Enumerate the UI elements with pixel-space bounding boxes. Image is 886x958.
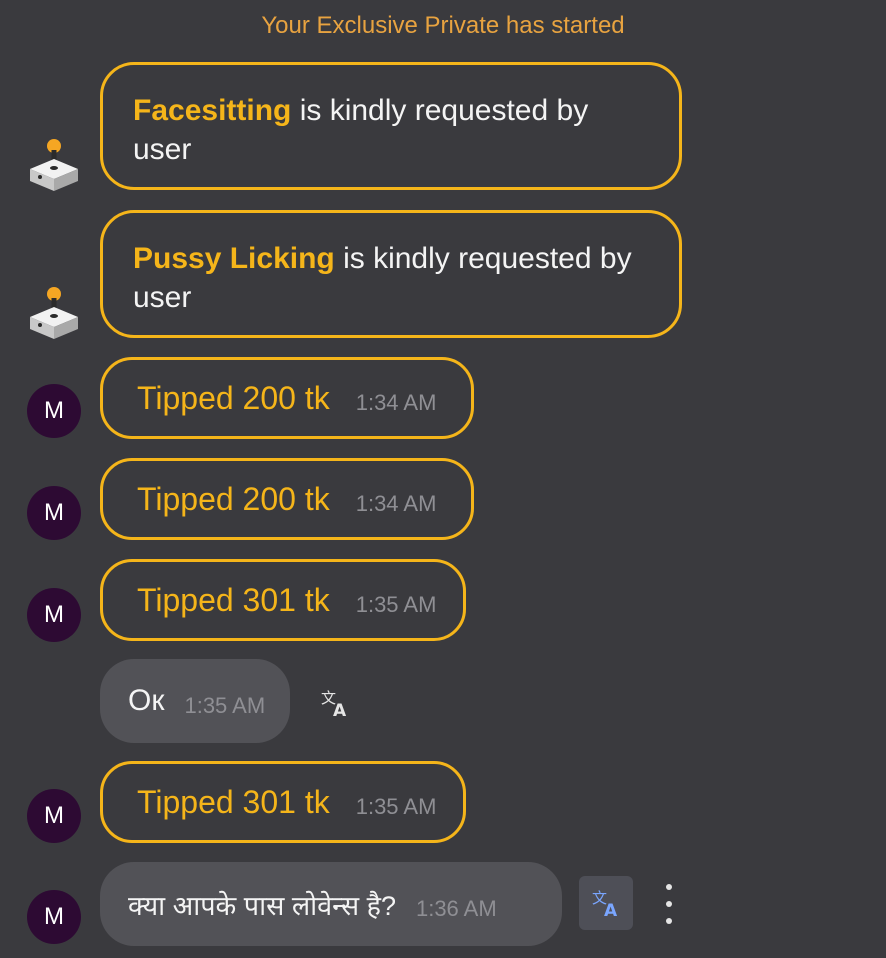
message-bubble: क्या आपके पास लोवेन्स है? 1:36 AM <box>100 862 562 946</box>
tip-text: Tipped 301 tk <box>137 783 330 820</box>
request-bubble: Facesitting is kindly requested by user <box>100 62 682 190</box>
svg-text:A: A <box>333 701 347 719</box>
requested-activity: Facesitting <box>133 94 292 127</box>
system-message: Your Exclusive Private has started <box>261 12 625 39</box>
timestamp: 1:35 AM <box>355 592 437 617</box>
more-options-icon[interactable] <box>662 884 676 924</box>
tip-bubble: Tipped 301 tk 1:35 AM <box>100 761 466 843</box>
tip-bubble: Tipped 200 tk 1:34 AM <box>100 357 474 439</box>
avatar[interactable]: M <box>27 789 81 843</box>
message-text: क्या आपके पास लोवेन्स है? <box>128 890 396 921</box>
joystick-icon <box>30 287 78 339</box>
tip-bubble: Tipped 200 tk 1:34 AM <box>100 458 474 540</box>
timestamp: 1:36 AM <box>415 896 497 921</box>
svg-text:A: A <box>604 901 618 919</box>
translate-icon[interactable]: 文 A <box>315 683 355 723</box>
avatar[interactable]: M <box>27 486 81 540</box>
message-text: Ок <box>128 684 165 717</box>
tip-bubble: Tipped 301 tk 1:35 AM <box>100 559 466 641</box>
avatar[interactable]: M <box>27 890 81 944</box>
timestamp: 1:34 AM <box>355 390 437 415</box>
timestamp: 1:35 AM <box>184 693 266 718</box>
tip-text: Tipped 200 tk <box>137 379 330 416</box>
joystick-icon <box>30 139 78 191</box>
avatar[interactable]: M <box>27 384 81 438</box>
tip-text: Tipped 200 tk <box>137 480 330 517</box>
timestamp: 1:34 AM <box>355 491 437 516</box>
translate-icon[interactable]: 文 A <box>579 876 633 930</box>
request-bubble: Pussy Licking is kindly requested by use… <box>100 210 682 338</box>
message-bubble: Ок 1:35 AM <box>100 659 290 743</box>
requested-activity: Pussy Licking <box>133 242 335 275</box>
tip-text: Tipped 301 tk <box>137 581 330 618</box>
timestamp: 1:35 AM <box>355 794 437 819</box>
avatar[interactable]: M <box>27 588 81 642</box>
